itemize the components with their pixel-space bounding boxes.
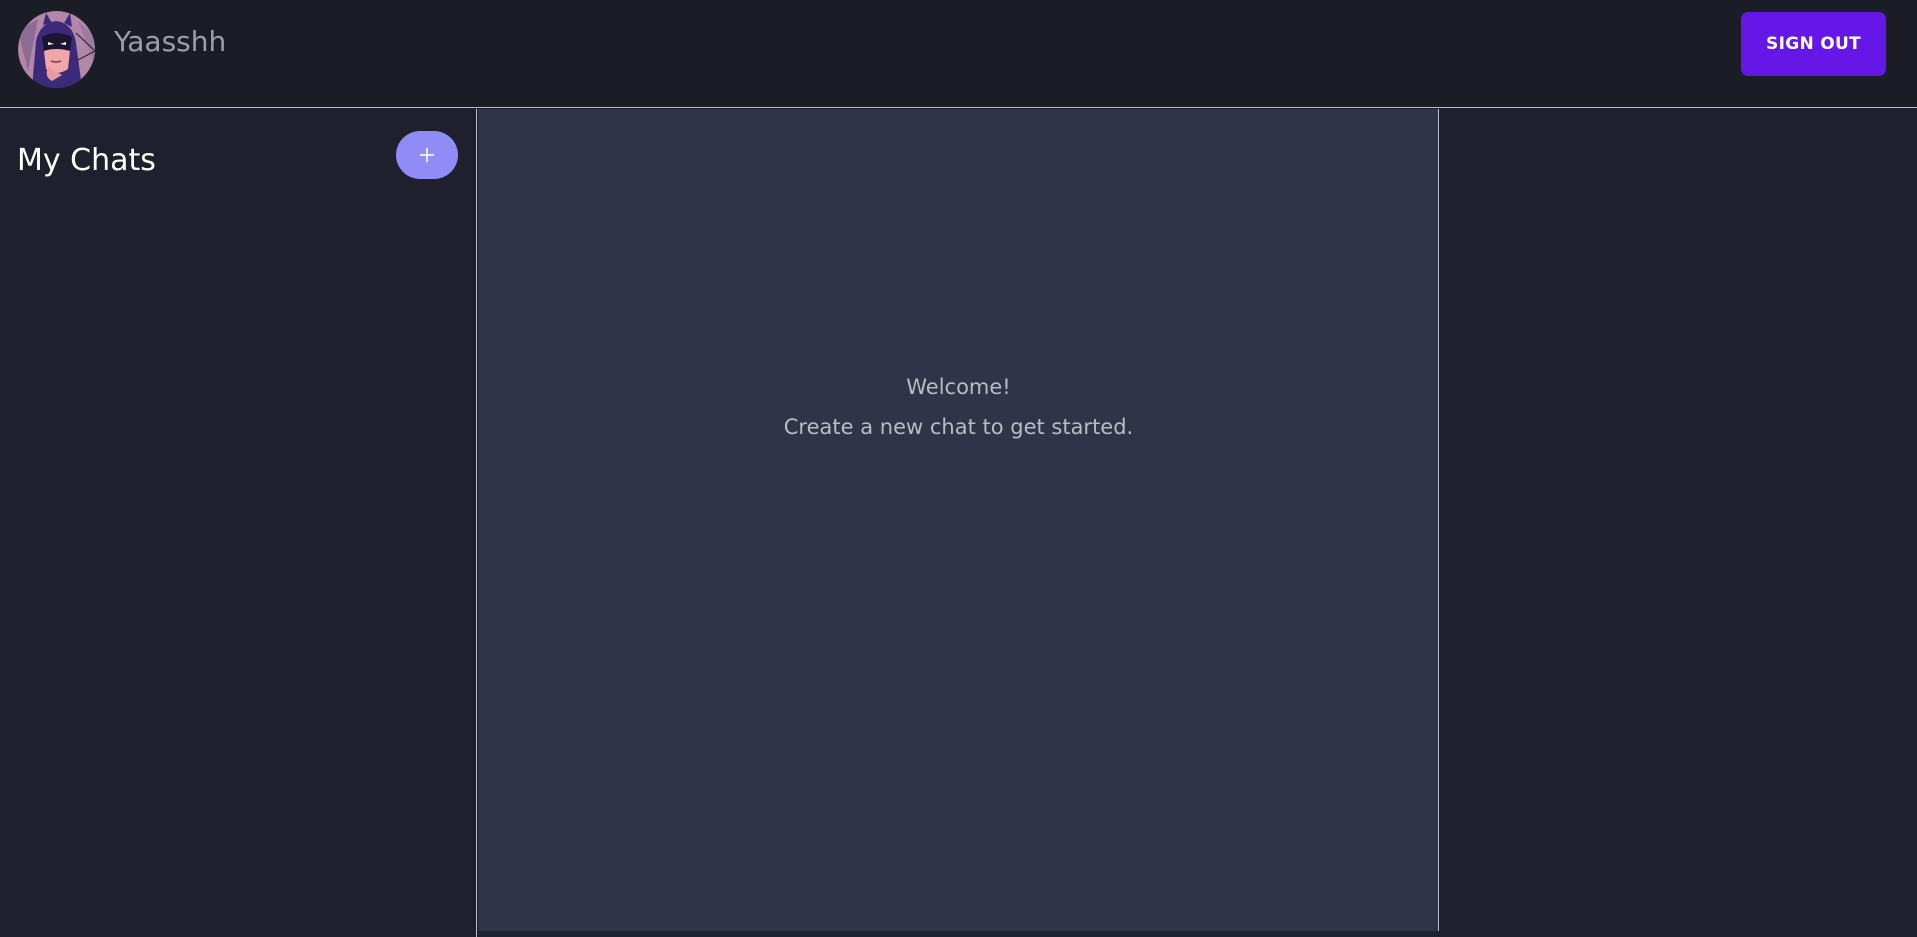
batman-avatar-icon[interactable] — [18, 11, 95, 88]
username: Yaasshh — [114, 25, 227, 58]
chat-sidebar: My Chats — [0, 109, 477, 937]
welcome-subtitle: Create a new chat to get started. — [783, 415, 1134, 439]
sidebar-title: My Chats — [17, 143, 156, 178]
right-panel — [1440, 109, 1917, 937]
welcome-title: Welcome! — [906, 375, 1011, 399]
plus-icon — [420, 148, 434, 162]
chat-main-panel: Welcome! Create a new chat to get starte… — [478, 109, 1439, 931]
top-bar: Yaasshh SIGN OUT — [0, 0, 1917, 108]
new-chat-button[interactable] — [396, 131, 458, 179]
sign-out-button[interactable]: SIGN OUT — [1741, 12, 1886, 76]
bottom-divider — [478, 931, 1439, 937]
